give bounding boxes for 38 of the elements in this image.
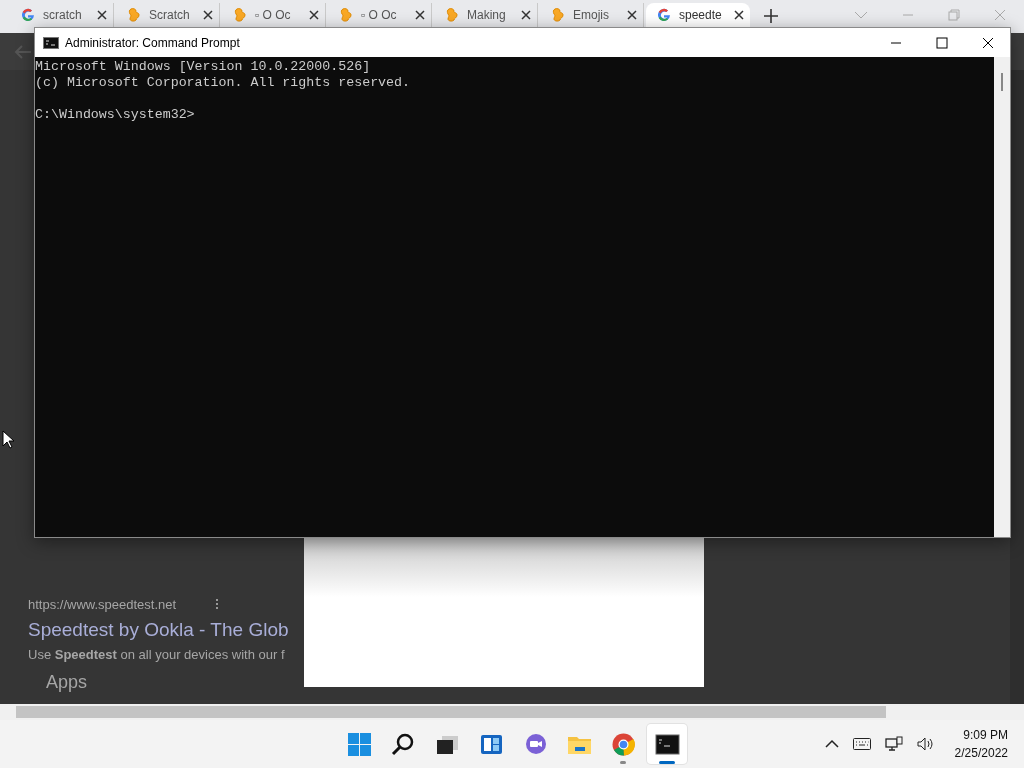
console-scrollbar[interactable]: [994, 57, 1010, 537]
chevron-up-icon[interactable]: [824, 739, 839, 749]
close-icon[interactable]: [203, 10, 213, 20]
google-g-icon: [656, 7, 672, 23]
result-title-link[interactable]: Speedtest by Ookla - The Glob: [28, 619, 1010, 641]
console-icon: [43, 36, 59, 49]
network-icon[interactable]: [884, 736, 903, 752]
more-icon[interactable]: [216, 599, 220, 609]
close-icon[interactable]: [734, 10, 744, 20]
maximize-icon[interactable]: [936, 36, 948, 49]
result-snippet: Use Speedtest on all your devices with our f: [28, 647, 286, 662]
running-indicator: [620, 761, 626, 764]
console-text: Microsoft Windows [Version 10.0.22000.526]: [35, 59, 371, 75]
running-indicator: [659, 761, 675, 764]
clock-date[interactable]: 2/25/2022: [954, 746, 1008, 760]
new-tab-icon[interactable]: [764, 9, 778, 23]
close-icon[interactable]: [97, 10, 107, 20]
window-title: Administrator: Command Prompt: [65, 35, 241, 50]
close-icon[interactable]: [627, 10, 637, 20]
browser-tab[interactable]: speedte: [646, 3, 750, 27]
close-icon[interactable]: [309, 10, 319, 20]
close-icon[interactable]: [982, 36, 994, 49]
console-app-icon: [654, 731, 680, 757]
console-prompt[interactable]: C:\Windows\system32>: [35, 107, 195, 123]
browser-logo-icon: [610, 731, 636, 757]
google-g-icon: [20, 7, 36, 23]
close-icon[interactable]: [415, 10, 425, 20]
mouse-pointer-icon: [2, 430, 14, 449]
clock-time[interactable]: 9:09 PM: [963, 728, 1008, 742]
start-icon: [346, 731, 372, 757]
close-icon[interactable]: [521, 10, 531, 20]
volume-icon[interactable]: [916, 737, 935, 751]
search-icon: [390, 731, 416, 757]
taskbar-button[interactable]: [647, 724, 687, 764]
console-text: (c) Microsoft Corporation. All rights reserved.: [35, 75, 411, 91]
result-url: https://www.speedtest.net: [28, 596, 177, 612]
section-heading: Apps: [46, 672, 89, 693]
keyboard-icon[interactable]: [852, 738, 871, 750]
